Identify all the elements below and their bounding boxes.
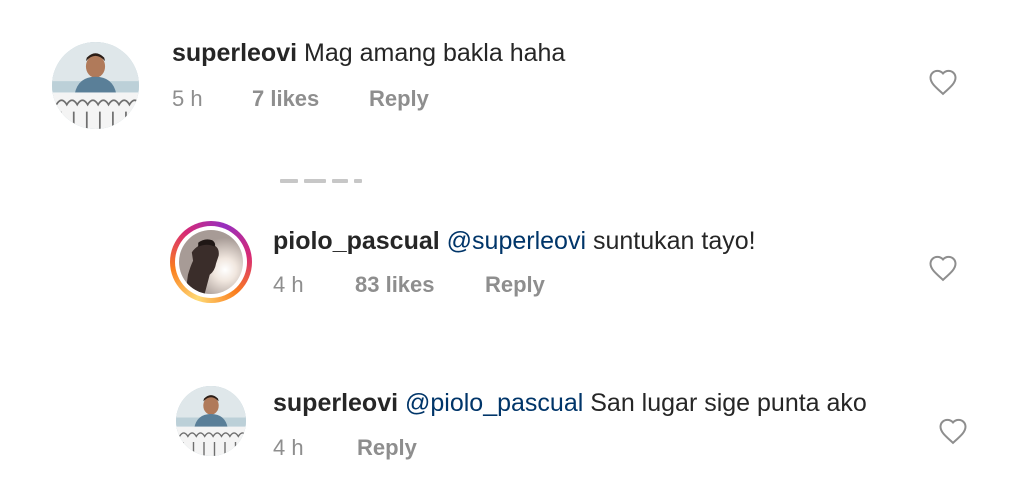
story-ring[interactable] bbox=[170, 221, 252, 303]
comment-meta: 4 h 83 likes Reply bbox=[273, 272, 593, 298]
profile-photo bbox=[176, 386, 246, 456]
profile-photo bbox=[179, 230, 243, 294]
avatar-superleovi[interactable] bbox=[52, 42, 139, 129]
profile-photo bbox=[52, 42, 139, 129]
comment-likes[interactable]: 83 likes bbox=[355, 272, 435, 298]
comment-time: 4 h bbox=[273, 272, 304, 297]
comment-text-line: superleovi @piolo_pascual San lugar sige… bbox=[273, 388, 867, 418]
avatar-piolo-pascual bbox=[179, 230, 243, 294]
comment-time: 5 h bbox=[172, 86, 203, 111]
comment-body: suntukan tayo! bbox=[592, 227, 756, 255]
truncated-text-fragment bbox=[280, 179, 380, 185]
comment-meta: 5 h 7 likes Reply bbox=[172, 86, 472, 112]
comment-likes[interactable]: 7 likes bbox=[252, 86, 319, 112]
heart-icon[interactable] bbox=[938, 417, 968, 445]
reply-button[interactable]: Reply bbox=[369, 86, 429, 112]
reply-button[interactable]: Reply bbox=[485, 272, 545, 298]
comment-username[interactable]: superleovi bbox=[273, 389, 398, 417]
comment-meta: 4 h Reply bbox=[273, 435, 533, 461]
comment-body: Mag amang bakla haha bbox=[304, 39, 566, 67]
avatar-superleovi[interactable] bbox=[176, 386, 246, 456]
comment-mention[interactable]: @piolo_pascual bbox=[405, 389, 583, 417]
reply-button[interactable]: Reply bbox=[357, 435, 417, 461]
comment-username[interactable]: piolo_pascual bbox=[273, 227, 440, 255]
comment-text-line: superleovi Mag amang bakla haha bbox=[172, 38, 565, 68]
heart-icon[interactable] bbox=[928, 254, 958, 282]
comment-time: 4 h bbox=[273, 435, 304, 460]
comment-body: San lugar sige punta ako bbox=[590, 389, 867, 417]
comment-username[interactable]: superleovi bbox=[172, 39, 297, 67]
comment-text-line: piolo_pascual @superleovi suntukan tayo! bbox=[273, 226, 756, 256]
comment-mention[interactable]: @superleovi bbox=[447, 227, 586, 255]
heart-icon[interactable] bbox=[928, 68, 958, 96]
